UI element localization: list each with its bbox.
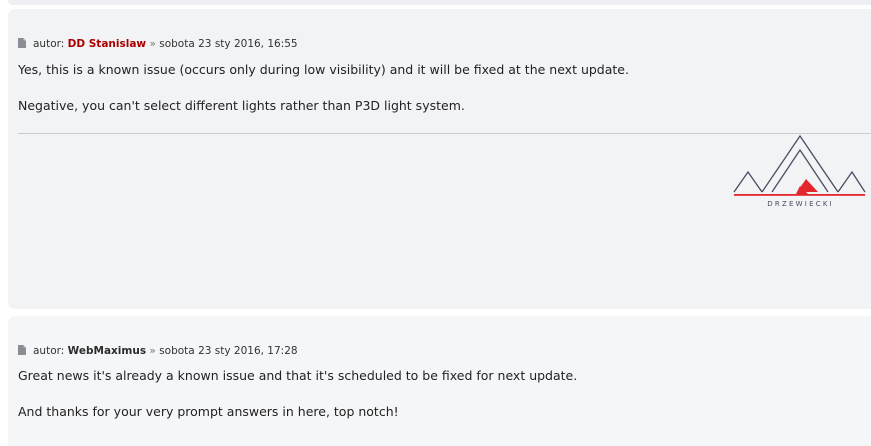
author-prefix: autor: <box>33 38 65 50</box>
document-icon[interactable] <box>18 345 26 355</box>
logo-text: D R Z E W I E C K I <box>767 200 831 208</box>
post-text-line: Great news it's already a known issue an… <box>18 368 578 383</box>
author-prefix: autor: <box>33 345 65 357</box>
author-link[interactable]: WebMaximus <box>68 345 146 357</box>
post-meta: autor: DD Stanislaw » sobota 23 sty 2016… <box>18 37 298 51</box>
post-meta: autor: WebMaximus » sobota 23 sty 2016, … <box>18 344 298 358</box>
post-webmaximus: autor: WebMaximus » sobota 23 sty 2016, … <box>8 316 871 446</box>
document-icon[interactable] <box>18 38 26 48</box>
meta-separator: » <box>149 345 156 357</box>
post-text-line: And thanks for your very prompt answers … <box>18 404 399 419</box>
post-text-line: Negative, you can't select different lig… <box>18 98 465 113</box>
forum-page: autor: DD Stanislaw » sobota 23 sty 2016… <box>0 0 871 446</box>
post-date: sobota 23 sty 2016, 16:55 <box>159 38 298 50</box>
post-text-line: Yes, this is a known issue (occurs only … <box>18 62 629 77</box>
post-dd-stanislaw: autor: DD Stanislaw » sobota 23 sty 2016… <box>8 9 871 309</box>
meta-separator: » <box>149 38 156 50</box>
previous-post-edge <box>8 0 871 5</box>
author-link[interactable]: DD Stanislaw <box>68 38 146 50</box>
post-date: sobota 23 sty 2016, 17:28 <box>159 345 298 357</box>
drzewiecki-logo: D R Z E W I E C K I <box>732 134 868 214</box>
